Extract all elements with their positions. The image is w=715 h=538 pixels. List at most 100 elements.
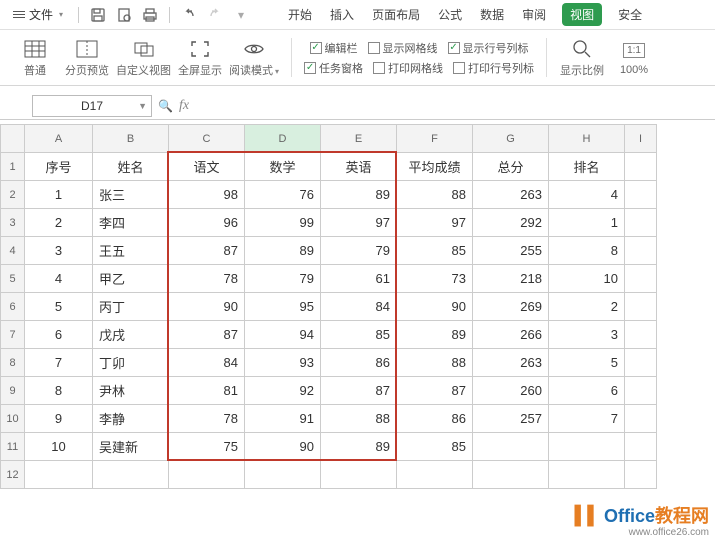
header-cell[interactable]: 排名 bbox=[549, 153, 625, 181]
view-normal-button[interactable]: 普通 bbox=[12, 38, 58, 78]
cell[interactable] bbox=[625, 433, 657, 461]
check-task-pane[interactable]: 任务窗格 bbox=[304, 60, 363, 76]
check-show-rowcol[interactable]: 显示行号列标 bbox=[448, 40, 529, 56]
cell[interactable] bbox=[625, 265, 657, 293]
cell[interactable] bbox=[625, 377, 657, 405]
cell[interactable]: 89 bbox=[397, 321, 473, 349]
cell[interactable]: 97 bbox=[397, 209, 473, 237]
cell[interactable]: 6 bbox=[25, 321, 93, 349]
cell[interactable]: 89 bbox=[321, 433, 397, 461]
cell[interactable]: 79 bbox=[245, 265, 321, 293]
cell[interactable]: 5 bbox=[549, 349, 625, 377]
cell[interactable]: 89 bbox=[321, 181, 397, 209]
cell[interactable] bbox=[625, 461, 657, 489]
cell[interactable]: 73 bbox=[397, 265, 473, 293]
cell[interactable] bbox=[625, 209, 657, 237]
cell[interactable]: 292 bbox=[473, 209, 549, 237]
row-header[interactable]: 5 bbox=[1, 265, 25, 293]
col-header-I[interactable]: I bbox=[625, 125, 657, 153]
cell[interactable]: 266 bbox=[473, 321, 549, 349]
cell[interactable]: 丁卯 bbox=[93, 349, 169, 377]
cell[interactable]: 78 bbox=[169, 405, 245, 433]
redo-icon[interactable] bbox=[204, 4, 226, 26]
col-header-E[interactable]: E bbox=[321, 125, 397, 153]
tab-layout[interactable]: 页面布局 bbox=[370, 2, 422, 27]
fullscreen-button[interactable]: 全屏显示 bbox=[177, 38, 223, 78]
col-header-D[interactable]: D bbox=[245, 125, 321, 153]
cell[interactable]: 4 bbox=[549, 181, 625, 209]
cell[interactable]: 93 bbox=[245, 349, 321, 377]
cell[interactable] bbox=[625, 293, 657, 321]
tab-data[interactable]: 数据 bbox=[478, 2, 506, 27]
header-cell[interactable]: 序号 bbox=[25, 153, 93, 181]
row-header[interactable]: 4 bbox=[1, 237, 25, 265]
cell[interactable]: 257 bbox=[473, 405, 549, 433]
cell[interactable]: 91 bbox=[245, 405, 321, 433]
cell[interactable]: 94 bbox=[245, 321, 321, 349]
row-header[interactable]: 12 bbox=[1, 461, 25, 489]
row-header[interactable]: 2 bbox=[1, 181, 25, 209]
col-header-H[interactable]: H bbox=[549, 125, 625, 153]
cell[interactable]: 4 bbox=[25, 265, 93, 293]
cell[interactable]: 61 bbox=[321, 265, 397, 293]
cell[interactable]: 87 bbox=[169, 321, 245, 349]
select-all-corner[interactable] bbox=[1, 125, 25, 153]
row-header[interactable]: 6 bbox=[1, 293, 25, 321]
cell[interactable] bbox=[549, 433, 625, 461]
cell[interactable]: 88 bbox=[397, 181, 473, 209]
cell[interactable]: 260 bbox=[473, 377, 549, 405]
check-edit-bar[interactable]: 编辑栏 bbox=[310, 40, 358, 56]
tab-view[interactable]: 视图 bbox=[562, 3, 602, 26]
cell[interactable]: 2 bbox=[549, 293, 625, 321]
col-header-F[interactable]: F bbox=[397, 125, 473, 153]
row-header[interactable]: 3 bbox=[1, 209, 25, 237]
cell[interactable] bbox=[625, 349, 657, 377]
cell[interactable] bbox=[473, 433, 549, 461]
cell[interactable]: 8 bbox=[549, 237, 625, 265]
cell[interactable]: 90 bbox=[169, 293, 245, 321]
cell[interactable]: 87 bbox=[169, 237, 245, 265]
cell[interactable]: 84 bbox=[321, 293, 397, 321]
header-cell[interactable]: 英语 bbox=[321, 153, 397, 181]
magnify-icon[interactable]: 🔍 bbox=[158, 99, 173, 113]
row-header[interactable]: 7 bbox=[1, 321, 25, 349]
cell[interactable]: 1 bbox=[25, 181, 93, 209]
header-cell[interactable]: 总分 bbox=[473, 153, 549, 181]
tab-formula[interactable]: 公式 bbox=[436, 2, 464, 27]
cell[interactable]: 张三 bbox=[93, 181, 169, 209]
cell[interactable]: 85 bbox=[397, 237, 473, 265]
col-header-G[interactable]: G bbox=[473, 125, 549, 153]
cell[interactable]: 李四 bbox=[93, 209, 169, 237]
spreadsheet[interactable]: ABCDEFGHI1序号姓名语文数学英语平均成绩总分排名21张三98768988… bbox=[0, 124, 715, 489]
cell[interactable]: 99 bbox=[245, 209, 321, 237]
row-header[interactable]: 1 bbox=[1, 153, 25, 181]
print-preview-icon[interactable] bbox=[113, 4, 135, 26]
cell[interactable]: 戊戌 bbox=[93, 321, 169, 349]
check-print-grid[interactable]: 打印网格线 bbox=[373, 60, 443, 76]
cell[interactable]: 97 bbox=[321, 209, 397, 237]
file-menu[interactable]: 文件 ▾ bbox=[6, 3, 70, 26]
row-header[interactable]: 9 bbox=[1, 377, 25, 405]
col-header-C[interactable]: C bbox=[169, 125, 245, 153]
cell[interactable]: 9 bbox=[25, 405, 93, 433]
cell[interactable]: 255 bbox=[473, 237, 549, 265]
cell[interactable]: 75 bbox=[169, 433, 245, 461]
cell[interactable]: 95 bbox=[245, 293, 321, 321]
row-header[interactable]: 8 bbox=[1, 349, 25, 377]
cell[interactable]: 2 bbox=[25, 209, 93, 237]
tab-review[interactable]: 审阅 bbox=[520, 2, 548, 27]
cell[interactable] bbox=[473, 461, 549, 489]
col-header-A[interactable]: A bbox=[25, 125, 93, 153]
cell[interactable]: 263 bbox=[473, 349, 549, 377]
cell[interactable] bbox=[93, 461, 169, 489]
name-box[interactable]: D17 ▼ bbox=[32, 95, 152, 117]
dropdown-icon[interactable]: ▾ bbox=[230, 4, 252, 26]
cell[interactable] bbox=[169, 461, 245, 489]
custom-view-button[interactable]: 自定义视图 bbox=[116, 38, 171, 78]
cell[interactable]: 90 bbox=[245, 433, 321, 461]
header-cell[interactable]: 平均成绩 bbox=[397, 153, 473, 181]
zoom-ratio-button[interactable]: 显示比例 bbox=[559, 38, 605, 78]
save-icon[interactable] bbox=[87, 4, 109, 26]
row-header[interactable]: 10 bbox=[1, 405, 25, 433]
row-header[interactable]: 11 bbox=[1, 433, 25, 461]
